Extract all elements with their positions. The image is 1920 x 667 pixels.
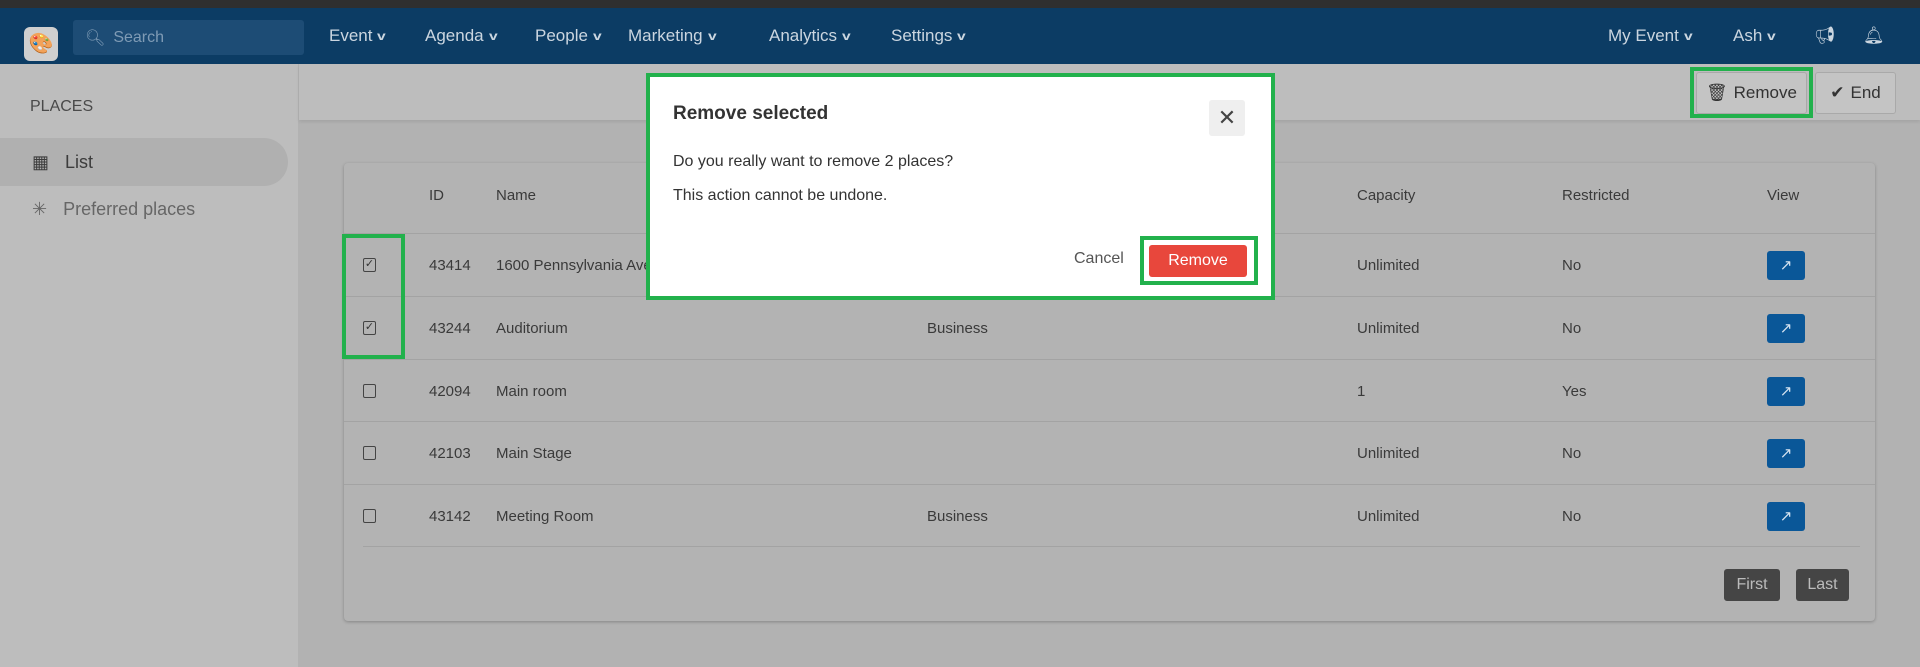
cell-id: 43244 [429, 319, 471, 337]
first-page-button[interactable]: First [1724, 569, 1780, 601]
cell-type: Business [927, 319, 988, 337]
external-link-icon[interactable]: ↗ [1767, 250, 1805, 280]
cell-name: Main Stage [496, 444, 572, 462]
cell-capacity: Unlimited [1357, 256, 1420, 274]
search-input[interactable]: 🔍︎ Search [73, 20, 304, 55]
chevron-down-icon: v [707, 29, 717, 43]
table-bottom-divider [363, 546, 1860, 547]
chevron-down-icon: v [488, 29, 498, 43]
asterisk-icon: ✳ [32, 198, 48, 219]
nav-analytics[interactable]: Analytics v [769, 16, 851, 56]
row-checkbox[interactable] [363, 485, 376, 547]
cell-name: Meeting Room [496, 507, 594, 525]
chevron-down-icon: v [1767, 29, 1776, 43]
checkbox-unchecked-icon[interactable] [363, 384, 376, 398]
cell-capacity: Unlimited [1357, 444, 1420, 462]
dialog-title: Remove selected [673, 103, 829, 124]
cell-capacity: Unlimited [1357, 507, 1420, 525]
cell-capacity: 1 [1357, 382, 1366, 400]
cell-restricted: Yes [1562, 382, 1587, 400]
cell-name: 1600 Pennsylvania Ave [496, 256, 652, 274]
chevron-down-icon: v [1683, 29, 1693, 43]
view-button[interactable]: ↗ [1767, 234, 1805, 296]
table-row: 42103 Main Stage Unlimited No ↗ [344, 421, 1875, 484]
view-button[interactable]: ↗ [1767, 485, 1805, 547]
row-checkbox[interactable]: ✓ [363, 234, 376, 296]
remove-button[interactable]: 🗑︎ Remove [1696, 72, 1807, 114]
chevron-down-icon: v [957, 29, 967, 43]
chevron-down-icon: v [842, 29, 851, 43]
checkbox-checked-icon[interactable]: ✓ [363, 258, 376, 272]
cell-id: 42103 [429, 444, 471, 462]
nav-user[interactable]: Ash v [1733, 16, 1776, 56]
table-row: 42094 Main room 1 Yes ↗ [344, 359, 1875, 422]
megaphone-icon[interactable]: 📢︎ [1814, 16, 1836, 56]
nav-agenda[interactable]: Agenda v [425, 16, 498, 56]
cell-capacity: Unlimited [1357, 319, 1420, 337]
end-button[interactable]: ✔ End [1815, 72, 1896, 114]
check-icon: ✔ [1830, 83, 1845, 102]
bell-icon[interactable]: 🔔︎ [1863, 16, 1885, 56]
top-navbar: 🎨 🔍︎ Search Event v Agenda v People v Marke… [0, 8, 1920, 64]
nav-my-event[interactable]: My Event v [1608, 16, 1693, 56]
nav-settings[interactable]: Settings v [891, 16, 967, 56]
external-link-icon[interactable]: ↗ [1767, 313, 1805, 343]
dialog-message: Do you really want to remove 2 places? [673, 153, 954, 170]
app-logo[interactable]: 🎨 [24, 27, 58, 61]
external-link-icon[interactable]: ↗ [1767, 438, 1805, 468]
view-button[interactable]: ↗ [1767, 422, 1805, 484]
checkbox-checked-icon[interactable]: ✓ [363, 321, 376, 335]
confirm-remove-button[interactable]: Remove [1149, 245, 1247, 277]
search-placeholder: Search [113, 28, 165, 46]
trash-icon: 🗑︎ [1706, 83, 1728, 102]
column-header-name[interactable]: Name [496, 187, 536, 204]
cell-id: 43142 [429, 507, 471, 525]
checkbox-unchecked-icon[interactable] [363, 509, 376, 523]
column-header-capacity[interactable]: Capacity [1357, 187, 1415, 204]
cell-type: Business [927, 507, 988, 525]
column-header-id[interactable]: ID [429, 187, 444, 204]
last-page-button[interactable]: Last [1796, 569, 1849, 601]
cell-id: 42094 [429, 382, 471, 400]
column-header-restricted[interactable]: Restricted [1562, 187, 1630, 204]
search-icon: 🔍︎ [85, 29, 106, 47]
chevron-down-icon: v [377, 29, 387, 43]
nav-event[interactable]: Event v [329, 16, 387, 56]
close-icon[interactable]: ✕ [1209, 100, 1245, 136]
nav-people[interactable]: People v [535, 16, 602, 56]
external-link-icon[interactable]: ↗ [1767, 376, 1805, 406]
cell-restricted: No [1562, 507, 1582, 525]
external-link-icon[interactable]: ↗ [1767, 501, 1805, 531]
table-row: ✓ 43244 Auditorium Business Unlimited No ↗ [344, 296, 1875, 359]
view-button[interactable]: ↗ [1767, 297, 1805, 359]
checkbox-unchecked-icon[interactable] [363, 446, 376, 460]
sidebar-section-title: PLACES [30, 98, 94, 115]
sidebar-item-list[interactable]: ▦ List [0, 138, 288, 186]
row-checkbox[interactable] [363, 360, 376, 422]
cell-name: Auditorium [496, 319, 568, 337]
table-icon: ▦ [32, 151, 50, 172]
chevron-down-icon: v [592, 29, 602, 43]
cell-restricted: No [1562, 444, 1582, 462]
cell-restricted: No [1562, 319, 1582, 337]
view-button[interactable]: ↗ [1767, 360, 1805, 422]
nav-marketing[interactable]: Marketing v [628, 16, 717, 56]
dialog-warning: This action cannot be undone. [673, 187, 888, 204]
sidebar-item-preferred-places[interactable]: ✳ Preferred places [0, 185, 288, 233]
column-header-view[interactable]: View [1767, 187, 1799, 204]
browser-strip [0, 0, 1920, 8]
row-checkbox[interactable] [363, 422, 376, 484]
cancel-button[interactable]: Cancel [1074, 250, 1124, 268]
cell-id: 43414 [429, 256, 471, 274]
cell-restricted: No [1562, 256, 1582, 274]
cell-name: Main room [496, 382, 567, 400]
table-row: 43142 Meeting Room Business Unlimited No ↗ [344, 484, 1875, 547]
row-checkbox[interactable]: ✓ [363, 297, 376, 359]
